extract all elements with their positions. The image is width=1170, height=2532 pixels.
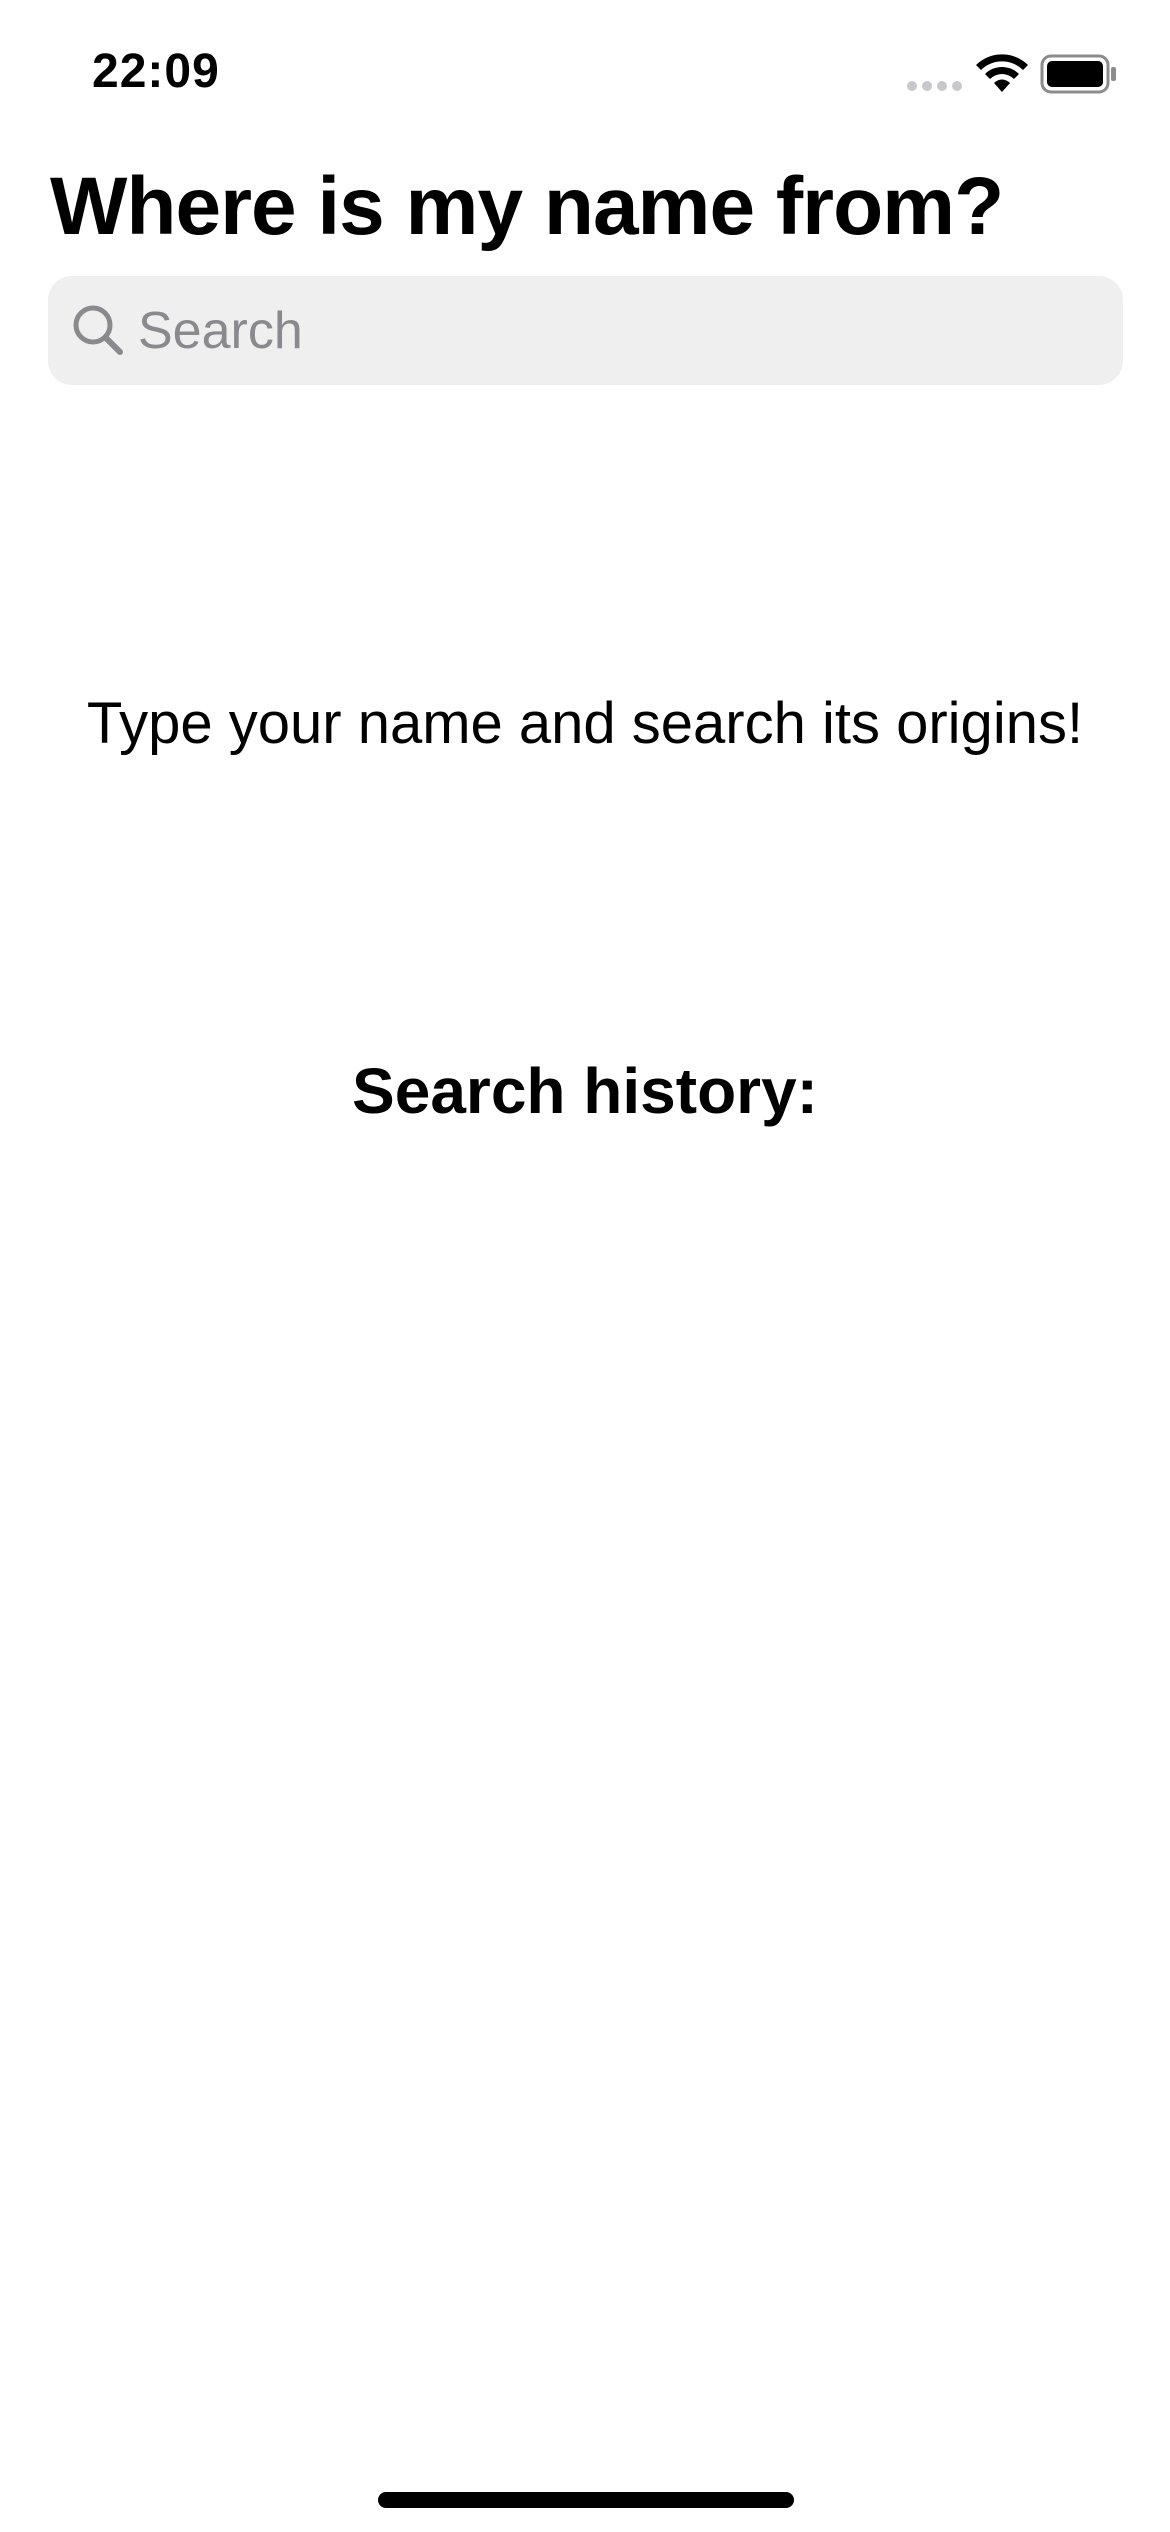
search-input[interactable]: [138, 276, 1098, 385]
status-time: 22:09: [92, 45, 220, 98]
status-bar: 22:09: [0, 0, 1170, 150]
battery-icon: [1040, 54, 1116, 94]
search-icon: [73, 305, 123, 355]
page-title: Where is my name from?: [50, 161, 1004, 252]
search-bar[interactable]: [48, 276, 1123, 385]
cellular-signal-icon: [907, 81, 962, 91]
empty-state-prompt: Type your name and search its origins!: [86, 691, 1084, 756]
search-history-heading: Search history:: [352, 1055, 818, 1127]
home-indicator[interactable]: [378, 2492, 794, 2508]
wifi-icon: [976, 54, 1028, 92]
